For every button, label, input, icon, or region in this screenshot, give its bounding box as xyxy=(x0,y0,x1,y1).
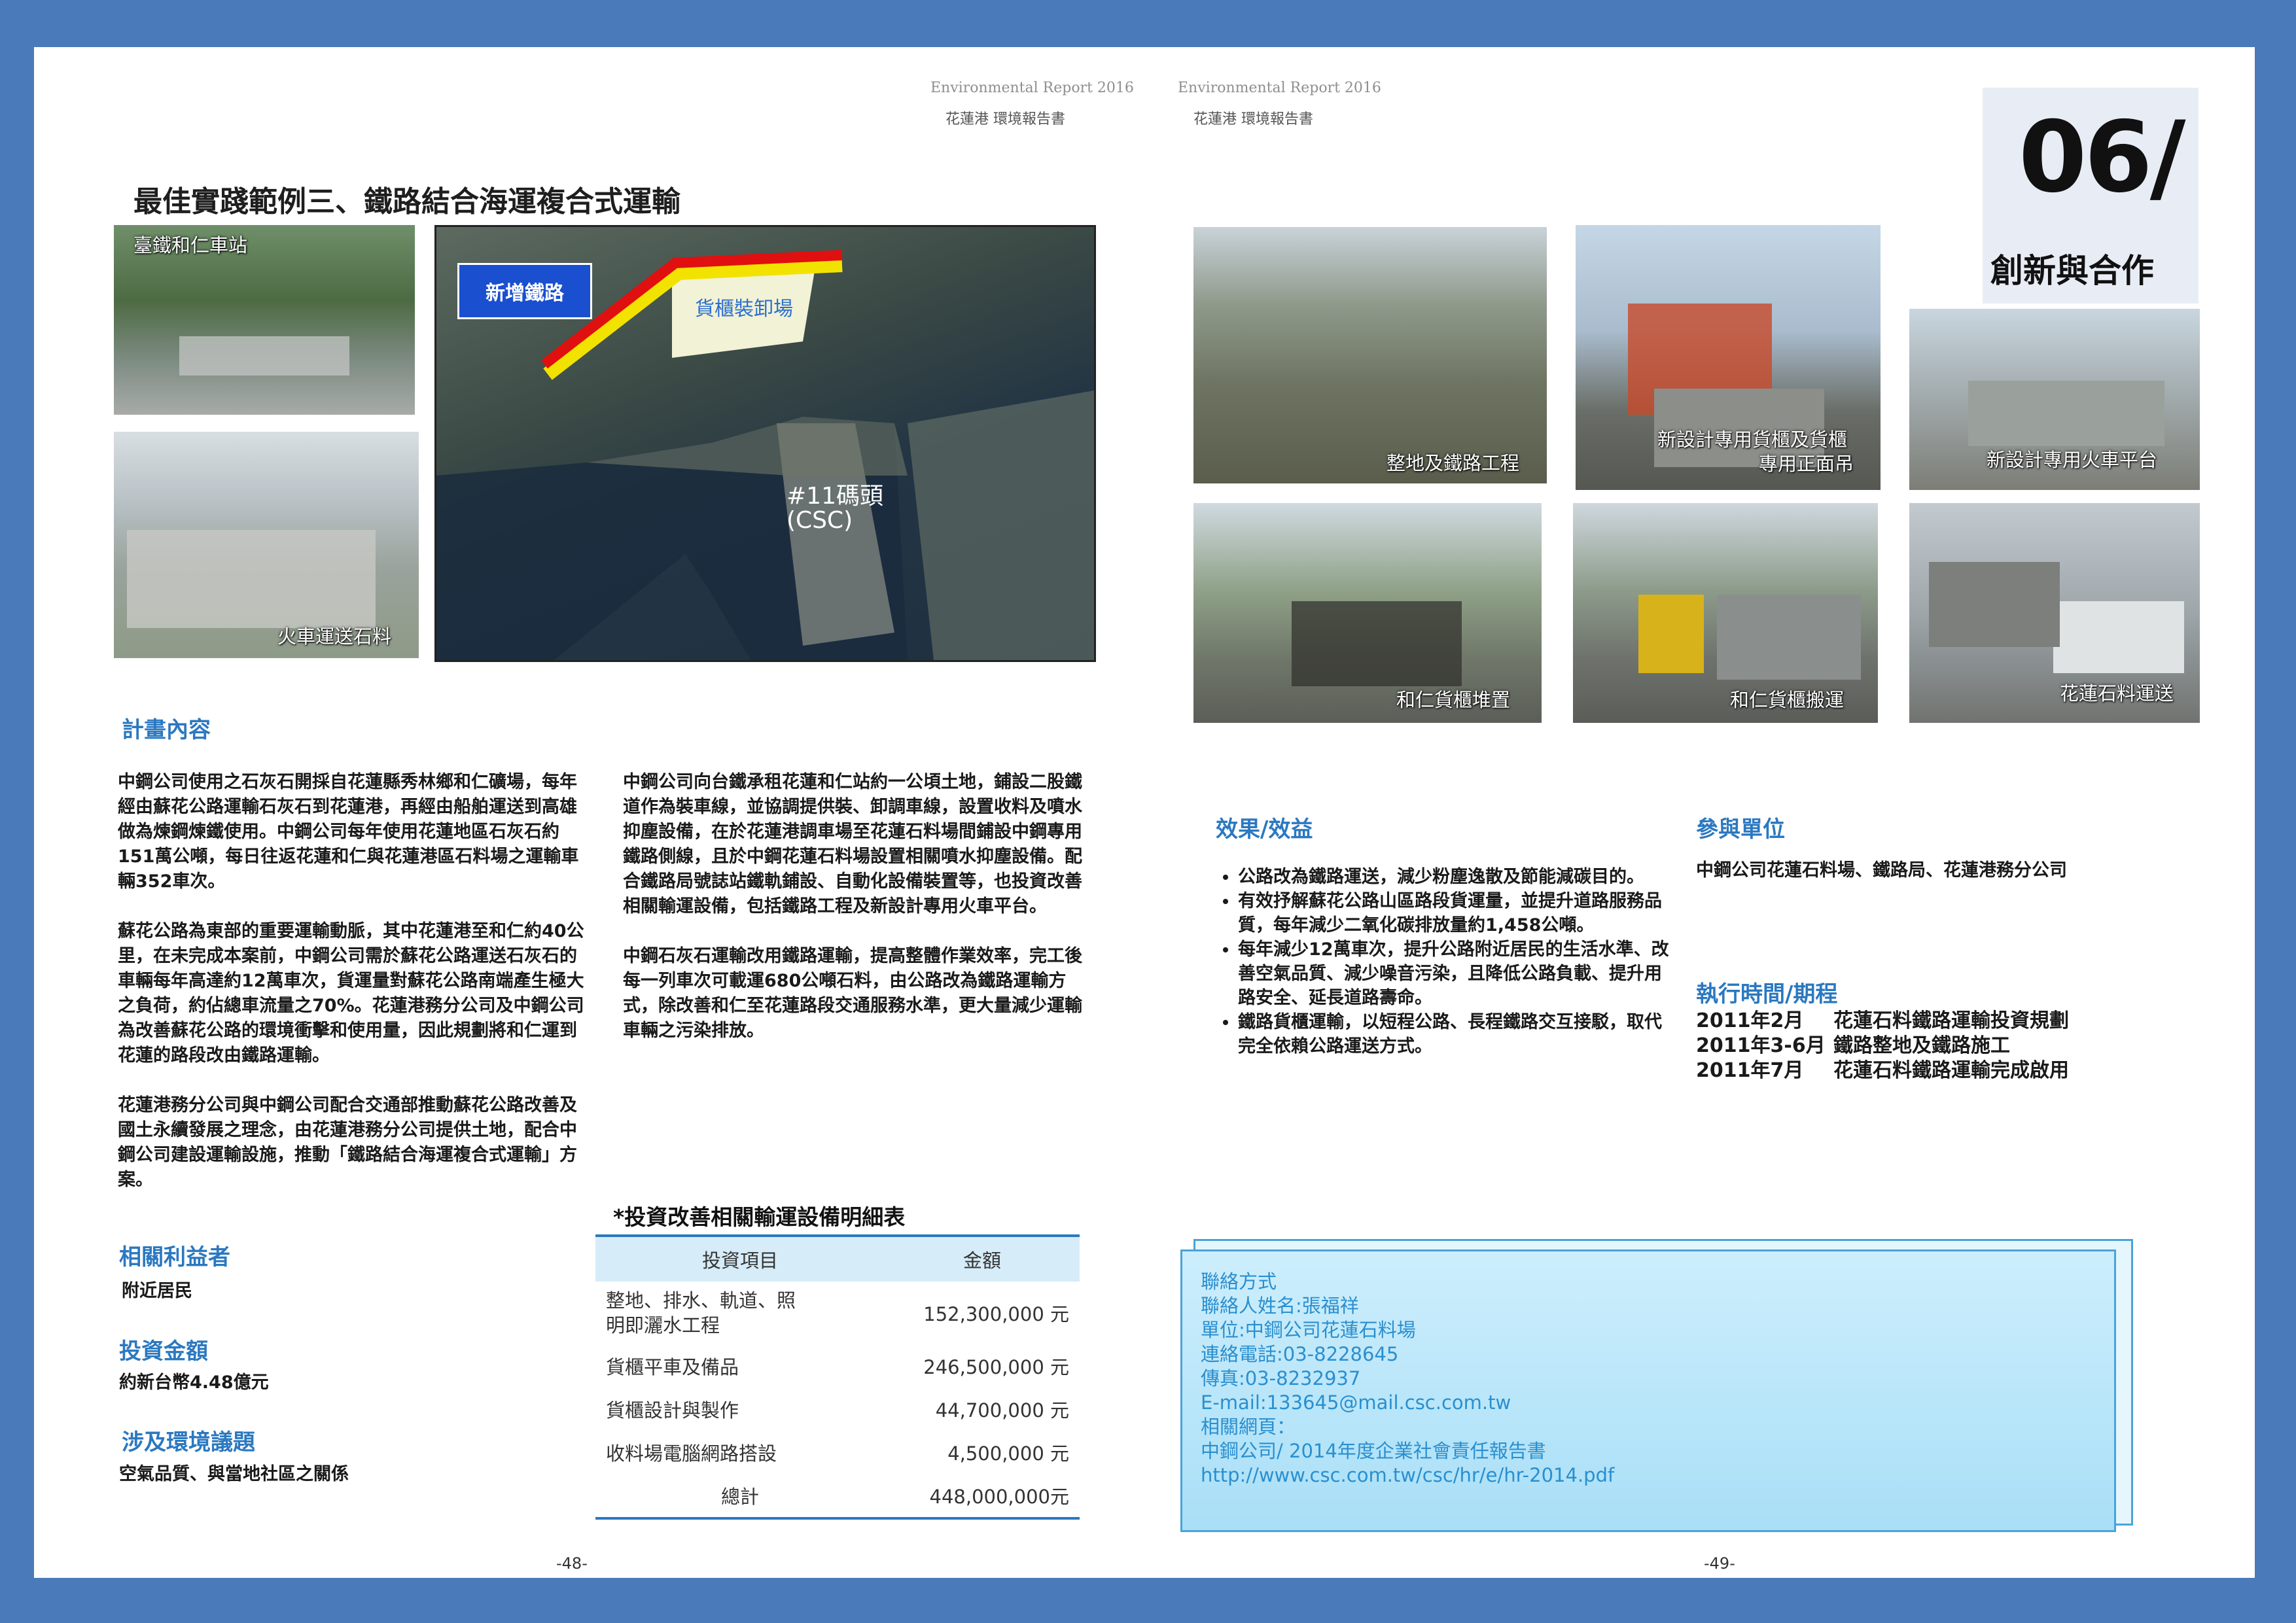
plan-paragraph: 花蓮港務分公司與中鋼公司配合交通部推動蘇花公路改善及國土永續發展之理念，由花蓮港… xyxy=(118,1095,577,1190)
stakeholders-value: 附近居民 xyxy=(122,1281,192,1301)
header-left-en: Environmental Report 2016 xyxy=(930,80,1134,96)
map-label-yard: 貨櫃裝卸場 xyxy=(695,298,793,321)
chapter-title: 創新與合作 xyxy=(1990,252,2154,290)
plan-heading: 計畫內容 xyxy=(122,717,211,743)
table-row: 貨櫃平車及備品 246,500,000 元 xyxy=(595,1344,1080,1387)
caption-container-stacker-1: 新設計專用貨櫃及貨櫃 xyxy=(1657,428,1848,451)
photo-site-work: 整地及鐵路工程 xyxy=(1193,227,1547,483)
header-right-zh: 花蓮港 環境報告書 xyxy=(1193,111,1313,128)
contact-label: 聯絡方式 xyxy=(1201,1270,1277,1293)
participants-heading: 參與單位 xyxy=(1696,816,1785,843)
page-title: 最佳實踐範例三、鐵路結合海運複合式運輸 xyxy=(133,185,680,218)
schedule-heading: 執行時間/期程 xyxy=(1696,981,1838,1007)
schedule-row: 2011年3-6月 鐵路整地及鐵路施工 xyxy=(1696,1034,2069,1058)
schedule-desc: 花蓮石料鐵路運輸投資規劃 xyxy=(1833,1009,2069,1032)
photo-container-stacker: 新設計專用貨櫃及貨櫃 專用正面吊 xyxy=(1576,225,1881,490)
table-header-row: 投資項目 金額 xyxy=(595,1234,1080,1282)
table-cell-amount: 4,500,000 元 xyxy=(947,1442,1069,1465)
participants-value: 中鋼公司花蓮石料場、鐵路局、花蓮港務分公司 xyxy=(1696,860,2067,881)
map-label-pier-owner: (CSC) xyxy=(786,507,853,534)
table-row: 收料場電腦網路搭設 4,500,000 元 xyxy=(595,1431,1080,1474)
plan-paragraph: 中鋼公司向台鐵承租花蓮和仁站約一公頃土地，鋪設二股鐵道作為裝車線，並協調提供裝、… xyxy=(623,772,1082,916)
caption-site-work: 整地及鐵路工程 xyxy=(1386,452,1520,474)
plan-column-2: 中鋼公司向台鐵承租花蓮和仁站約一公頃土地，鋪設二股鐵道作為裝車線，並協調提供裝、… xyxy=(623,770,1097,1068)
photo-container-storage: 和仁貨櫃堆置 xyxy=(1193,503,1542,723)
table-cell-amount: 152,300,000 元 xyxy=(923,1303,1069,1325)
schedule-row: 2011年7月 花蓮石料鐵路運輸完成啟用 xyxy=(1696,1058,2069,1083)
aerial-map: 新增鐵路 貨櫃裝卸場 #11碼頭 (CSC) xyxy=(434,225,1096,662)
investment-table: 投資項目 金額 整地、排水、軌道、照 明即灑水工程 152,300,000 元 … xyxy=(595,1234,1080,1520)
photo-heren-station: 臺鐵和仁車站 xyxy=(114,225,415,415)
investment-table-title: *投資改善相關輸運設備明細表 xyxy=(613,1204,906,1230)
table-cell-amount: 44,700,000 元 xyxy=(935,1399,1069,1422)
photo-container-transport: 和仁貨櫃搬運 xyxy=(1573,503,1878,723)
item-line: 明即灑水工程 xyxy=(606,1314,720,1336)
plan-paragraph: 蘇花公路為東部的重要運輸動脈，其中花蓮港至和仁約40公里，在未完成本案前，中鋼公… xyxy=(118,921,584,1066)
table-cell-item: 貨櫃設計與製作 xyxy=(606,1399,739,1422)
table-row: 整地、排水、軌道、照 明即灑水工程 152,300,000 元 xyxy=(595,1282,1080,1344)
chapter-number: 06/ xyxy=(2019,101,2186,215)
contact-url-link[interactable]: http://www.csc.com.tw/csc/hr/e/hr-2014.p… xyxy=(1201,1463,2096,1488)
contact-phone: 連絡電話:03-8228645 xyxy=(1201,1343,1399,1365)
header-right-en: Environmental Report 2016 xyxy=(1178,80,1381,96)
photo-train-stone: 火車運送石料 xyxy=(114,432,419,658)
contact-fax: 傳真:03-8232937 xyxy=(1201,1367,1361,1389)
schedule-date: 2011年7月 xyxy=(1696,1059,1804,1082)
chapter-tab: 06/ 創新與合作 xyxy=(1983,88,2199,304)
table-cell-item: 收料場電腦網路搭設 xyxy=(606,1442,777,1465)
list-item: 每年減少12萬車次，提升公路附近居民的生活水準、改善空氣品質、減少噪音污染，且降… xyxy=(1238,937,1670,1010)
schedule-date: 2011年2月 xyxy=(1696,1009,1804,1032)
benefits-list: 公路改為鐵路運送，減少粉塵逸散及節能減碳目的。 有效抒解蘇花公路山區路段貨運量，… xyxy=(1212,865,1670,1058)
contact-email[interactable]: E-mail:133645@mail.csc.com.tw xyxy=(1201,1391,2096,1415)
issues-heading: 涉及環境議題 xyxy=(122,1429,255,1456)
investment-heading: 投資金額 xyxy=(119,1338,208,1365)
contact-person: 聯絡人姓名:張福祥 xyxy=(1201,1295,1359,1317)
caption-train-platform: 新設計專用火車平台 xyxy=(1987,449,2158,471)
schedule-list: 2011年2月 花蓮石料鐵路運輸投資規劃 2011年3-6月 鐵路整地及鐵路施工 2… xyxy=(1696,1009,2069,1083)
plan-column-1: 中鋼公司使用之石灰石開採自花蓮縣秀林鄉和仁礦場，每年經由蘇花公路運輸石灰石到花蓮… xyxy=(118,770,586,1217)
list-item: 公路改為鐵路運送，減少粉塵逸散及節能減碳目的。 xyxy=(1238,865,1670,889)
schedule-desc: 鐵路整地及鐵路施工 xyxy=(1833,1034,2010,1057)
plan-paragraph: 中鋼公司使用之石灰石開採自花蓮縣秀林鄉和仁礦場，每年經由蘇花公路運輸石灰石到花蓮… xyxy=(118,772,579,892)
issues-value: 空氣品質、與當地社區之關係 xyxy=(119,1464,349,1484)
photo-stone-delivery: 花蓮石料運送 xyxy=(1909,503,2200,723)
photo-train-platform: 新設計專用火車平台 xyxy=(1909,309,2200,490)
schedule-desc: 花蓮石料鐵路運輸完成啟用 xyxy=(1833,1059,2069,1082)
table-cell-item: 整地、排水、軌道、照 明即灑水工程 xyxy=(595,1282,885,1344)
contact-unit: 單位:中鋼公司花蓮石料場 xyxy=(1201,1319,1416,1341)
caption-heren-station: 臺鐵和仁車站 xyxy=(133,234,248,256)
report-spread: Environmental Report 2016 花蓮港 環境報告書 Envi… xyxy=(34,47,2255,1578)
contact-box: 聯絡方式 聯絡人姓名:張福祥 單位:中鋼公司花蓮石料場 連絡電話:03-8228… xyxy=(1180,1249,2116,1532)
page-number-right: -49- xyxy=(1704,1554,1735,1573)
investment-value: 約新台幣4.48億元 xyxy=(119,1372,269,1393)
schedule-date: 2011年3-6月 xyxy=(1696,1034,1826,1057)
map-label-pier: #11碼頭 xyxy=(786,483,883,510)
caption-stone-delivery: 花蓮石料運送 xyxy=(2060,682,2174,705)
caption-container-storage: 和仁貨櫃堆置 xyxy=(1396,689,1511,711)
stakeholders-heading: 相關利益者 xyxy=(119,1244,230,1270)
contact-web-label: 相關網頁： xyxy=(1201,1416,1296,1438)
table-cell-amount: 246,500,000 元 xyxy=(923,1356,1069,1378)
table-total-label: 總計 xyxy=(595,1474,885,1520)
caption-container-transport: 和仁貨櫃搬運 xyxy=(1730,689,1845,711)
page-number-left: -48- xyxy=(556,1554,588,1573)
schedule-row: 2011年2月 花蓮石料鐵路運輸投資規劃 xyxy=(1696,1009,2069,1034)
table-row: 貨櫃設計與製作 44,700,000 元 xyxy=(595,1387,1080,1431)
contact-web-title: 中鋼公司/ 2014年度企業社會責任報告書 xyxy=(1201,1440,1546,1462)
table-total-amount: 448,000,000元 xyxy=(885,1474,1080,1520)
plan-paragraph: 中鋼石灰石運輸改用鐵路運輸，提高整體作業效率，完工後每一列車次可載運680公噸石… xyxy=(623,946,1082,1041)
list-item: 鐵路貨櫃運輸，以短程公路、長程鐵路交互接駁，取代完全依賴公路運送方式。 xyxy=(1238,1010,1670,1058)
caption-container-stacker-2: 專用正面吊 xyxy=(1759,453,1854,475)
caption-train-stone: 火車運送石料 xyxy=(277,625,392,648)
list-item: 有效抒解蘇花公路山區路段貨運量，並提升道路服務品質，每年減少二氧化碳排放量約1,… xyxy=(1238,889,1670,937)
header-left-zh: 花蓮港 環境報告書 xyxy=(945,111,1065,128)
table-total-row: 總計 448,000,000元 xyxy=(595,1474,1080,1520)
column-header-item: 投資項目 xyxy=(595,1234,885,1282)
item-line: 整地、排水、軌道、照 xyxy=(606,1289,796,1312)
benefits-heading: 效果/效益 xyxy=(1216,816,1313,843)
table-cell-item: 貨櫃平車及備品 xyxy=(606,1356,739,1378)
map-label-new-rail: 新增鐵路 xyxy=(457,263,592,319)
column-header-amount: 金額 xyxy=(885,1234,1080,1282)
